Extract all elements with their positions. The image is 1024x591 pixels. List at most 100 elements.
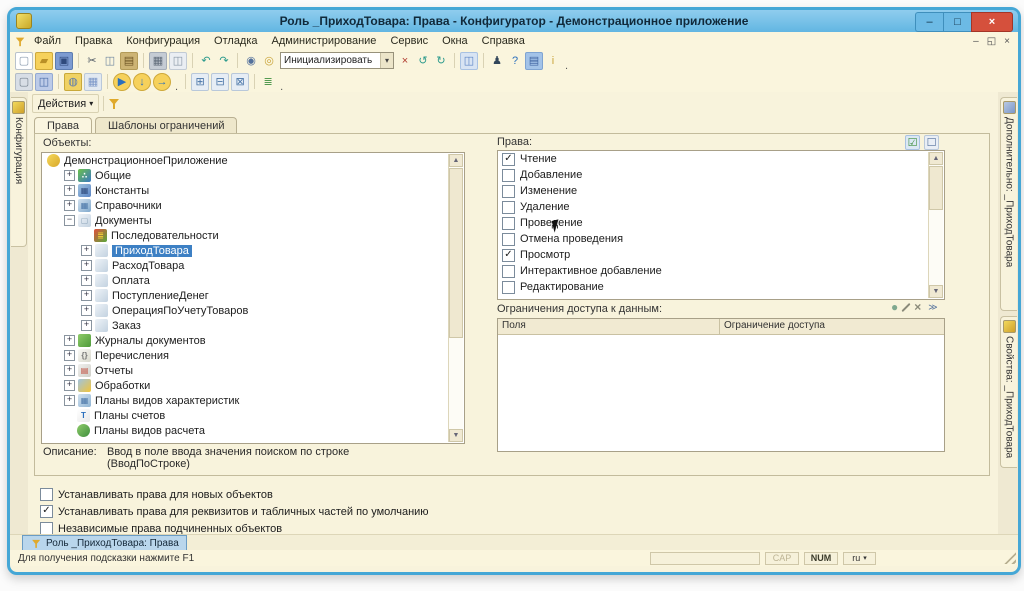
save-config-icon[interactable]: ⊠ xyxy=(231,73,249,91)
new-document-icon[interactable]: ▢ xyxy=(15,52,33,70)
tree-item[interactable]: TПланы счетов xyxy=(42,408,464,423)
tree-expander-icon[interactable]: + xyxy=(81,320,92,331)
filter-by-subsystems-icon[interactable] xyxy=(108,97,121,110)
set-all-rights-icon[interactable]: ☑ xyxy=(905,135,920,150)
help-contents-icon[interactable]: ? xyxy=(507,53,523,69)
tree-item[interactable]: +ПоступлениеДенег xyxy=(42,288,464,303)
open-folder-icon[interactable]: ▰ xyxy=(35,52,53,70)
start-debug-icon[interactable]: ▶ xyxy=(113,73,131,91)
tab-additional-vertical[interactable]: Дополнительно: _ПриходТовара xyxy=(1000,97,1017,311)
tree-expander-icon[interactable]: + xyxy=(64,170,75,181)
right-item[interactable]: ✓Просмотр xyxy=(498,247,944,263)
mdi-restore-icon[interactable]: ◱ xyxy=(987,36,996,47)
clear-search-icon[interactable]: × xyxy=(397,53,413,69)
tree-item[interactable]: +Оплата xyxy=(42,273,464,288)
syntax-check-icon[interactable]: ↺ xyxy=(415,53,431,69)
scroll-up-icon[interactable]: ▲ xyxy=(449,154,463,167)
about-icon[interactable]: i xyxy=(545,53,561,69)
right-item[interactable]: Редактирование xyxy=(498,279,944,295)
right-checkbox[interactable]: ✓ xyxy=(502,249,515,262)
restrictions-table[interactable]: Поля Ограничение доступа xyxy=(497,318,945,452)
title-bar[interactable]: Роль _ПриходТовара: Права - Конфигуратор… xyxy=(10,10,1018,32)
resize-grip[interactable] xyxy=(1003,551,1016,564)
format-copy-icon[interactable]: ◫ xyxy=(460,52,478,70)
toolbar-more-dot[interactable]: . xyxy=(280,82,283,92)
tree-expander-icon[interactable]: + xyxy=(64,395,75,406)
tree-expander-icon[interactable]: + xyxy=(64,335,75,346)
bottom-checkbox[interactable]: ✓ xyxy=(40,505,53,518)
tree-expander-icon[interactable]: − xyxy=(64,215,75,226)
save-icon[interactable]: ▣ xyxy=(55,52,73,70)
paste-icon[interactable]: ▤ xyxy=(120,52,138,70)
toolbar-more-dot[interactable]: . xyxy=(565,61,568,71)
right-item[interactable]: Проведение xyxy=(498,215,944,231)
tree-scrollbar[interactable]: ▲ ▼ xyxy=(448,154,463,442)
edit-pencil-icon[interactable] xyxy=(902,302,911,311)
right-item[interactable]: Удаление xyxy=(498,199,944,215)
find-icon[interactable]: ◉ xyxy=(243,53,259,69)
tree-item[interactable]: +∴Общие xyxy=(42,168,464,183)
cut-icon[interactable]: ✂ xyxy=(84,53,100,69)
language-selector[interactable]: ru ▾ xyxy=(843,552,876,565)
menu-файл[interactable]: Файл xyxy=(27,34,68,48)
tree-item[interactable]: +▦Справочники xyxy=(42,198,464,213)
bottom-checkbox[interactable] xyxy=(40,488,53,501)
scroll-down-icon[interactable]: ▼ xyxy=(449,429,463,442)
debug-continue-icon[interactable]: → xyxy=(153,73,171,91)
menu-отладка[interactable]: Отладка xyxy=(207,34,264,48)
scroll-up-icon[interactable]: ▲ xyxy=(929,152,943,165)
chevron-down-icon[interactable]: ▾ xyxy=(380,53,393,68)
menu-сервис[interactable]: Сервис xyxy=(383,34,435,48)
right-checkbox[interactable] xyxy=(502,281,515,294)
objects-tree[interactable]: ▲ ▼ ДемонстрационноеПриложение+∴Общие+▦К… xyxy=(41,152,465,444)
tree-scrollbar-thumb[interactable] xyxy=(449,168,463,338)
right-checkbox[interactable] xyxy=(502,233,515,246)
menu-конфигурация[interactable]: Конфигурация xyxy=(119,34,207,48)
tree-item[interactable]: −▢Документы xyxy=(42,213,464,228)
mdi-window-icon[interactable]: ▢ xyxy=(15,73,33,91)
tree-item[interactable]: +Обработки xyxy=(42,378,464,393)
subsystems-filter-icon[interactable]: ≣ xyxy=(260,74,276,90)
tree-item[interactable]: +▦Планы видов характеристик xyxy=(42,393,464,408)
tree-expander-icon[interactable]: + xyxy=(64,200,75,211)
tree-expander-icon[interactable]: + xyxy=(81,305,92,316)
right-item[interactable]: Добавление xyxy=(498,167,944,183)
compare-config-icon[interactable]: ⊞ xyxy=(191,73,209,91)
configurator-user-icon[interactable]: ♟ xyxy=(489,53,505,69)
tree-expander-icon[interactable]: + xyxy=(64,380,75,391)
tab-configuration-vertical[interactable]: Конфигурация xyxy=(11,97,27,247)
right-item[interactable]: Интерактивное добавление xyxy=(498,263,944,279)
menu-окна[interactable]: Окна xyxy=(435,34,475,48)
tree-item[interactable]: +ОперацияПоУчетуТоваров xyxy=(42,303,464,318)
tab-restriction-templates[interactable]: Шаблоны ограничений xyxy=(95,117,238,134)
right-item[interactable]: Отмена проведения xyxy=(498,231,944,247)
right-item[interactable]: ✓Чтение xyxy=(498,151,944,167)
back-icon[interactable]: ↶ xyxy=(198,53,214,69)
tree-item[interactable]: +ПриходТовара xyxy=(42,243,464,258)
print-preview-icon[interactable]: ◫ xyxy=(169,52,187,70)
maximize-button[interactable]: □ xyxy=(943,12,971,32)
tree-expander-icon[interactable]: + xyxy=(64,185,75,196)
copy-icon[interactable]: ◫ xyxy=(102,53,118,69)
initialize-combobox[interactable]: Инициализировать▾ xyxy=(280,52,394,69)
minimize-button[interactable]: – xyxy=(915,12,943,32)
tree-expander-icon[interactable]: + xyxy=(81,275,92,286)
mdi-minimize-icon[interactable]: – xyxy=(973,36,979,47)
scroll-down-icon[interactable]: ▼ xyxy=(929,285,943,298)
window-tab-role-rights[interactable]: Роль _ПриходТовара: Права xyxy=(22,535,187,551)
tree-expander-icon[interactable]: + xyxy=(64,350,75,361)
right-checkbox[interactable] xyxy=(502,169,515,182)
menu-администрирование[interactable]: Администрирование xyxy=(265,34,384,48)
rights-scrollbar[interactable]: ▲ ▼ xyxy=(928,152,943,298)
debug-attach-icon[interactable]: ↓ xyxy=(133,73,151,91)
tab-rights[interactable]: Права xyxy=(34,117,92,134)
tree-item[interactable]: +▤Отчеты xyxy=(42,363,464,378)
tree-item[interactable]: +{}Перечисления xyxy=(42,348,464,363)
column-header-restriction[interactable]: Ограничение доступа xyxy=(720,319,944,335)
update-dbconfig-icon[interactable]: ⊟ xyxy=(211,73,229,91)
window-list-icon[interactable]: ◫ xyxy=(35,73,53,91)
toolbar-more-dot[interactable]: . xyxy=(175,82,178,92)
tree-item[interactable]: +РасходТовара xyxy=(42,258,464,273)
more-actions-icon[interactable]: ≫ xyxy=(928,302,937,313)
tree-expander-icon[interactable]: + xyxy=(81,260,92,271)
